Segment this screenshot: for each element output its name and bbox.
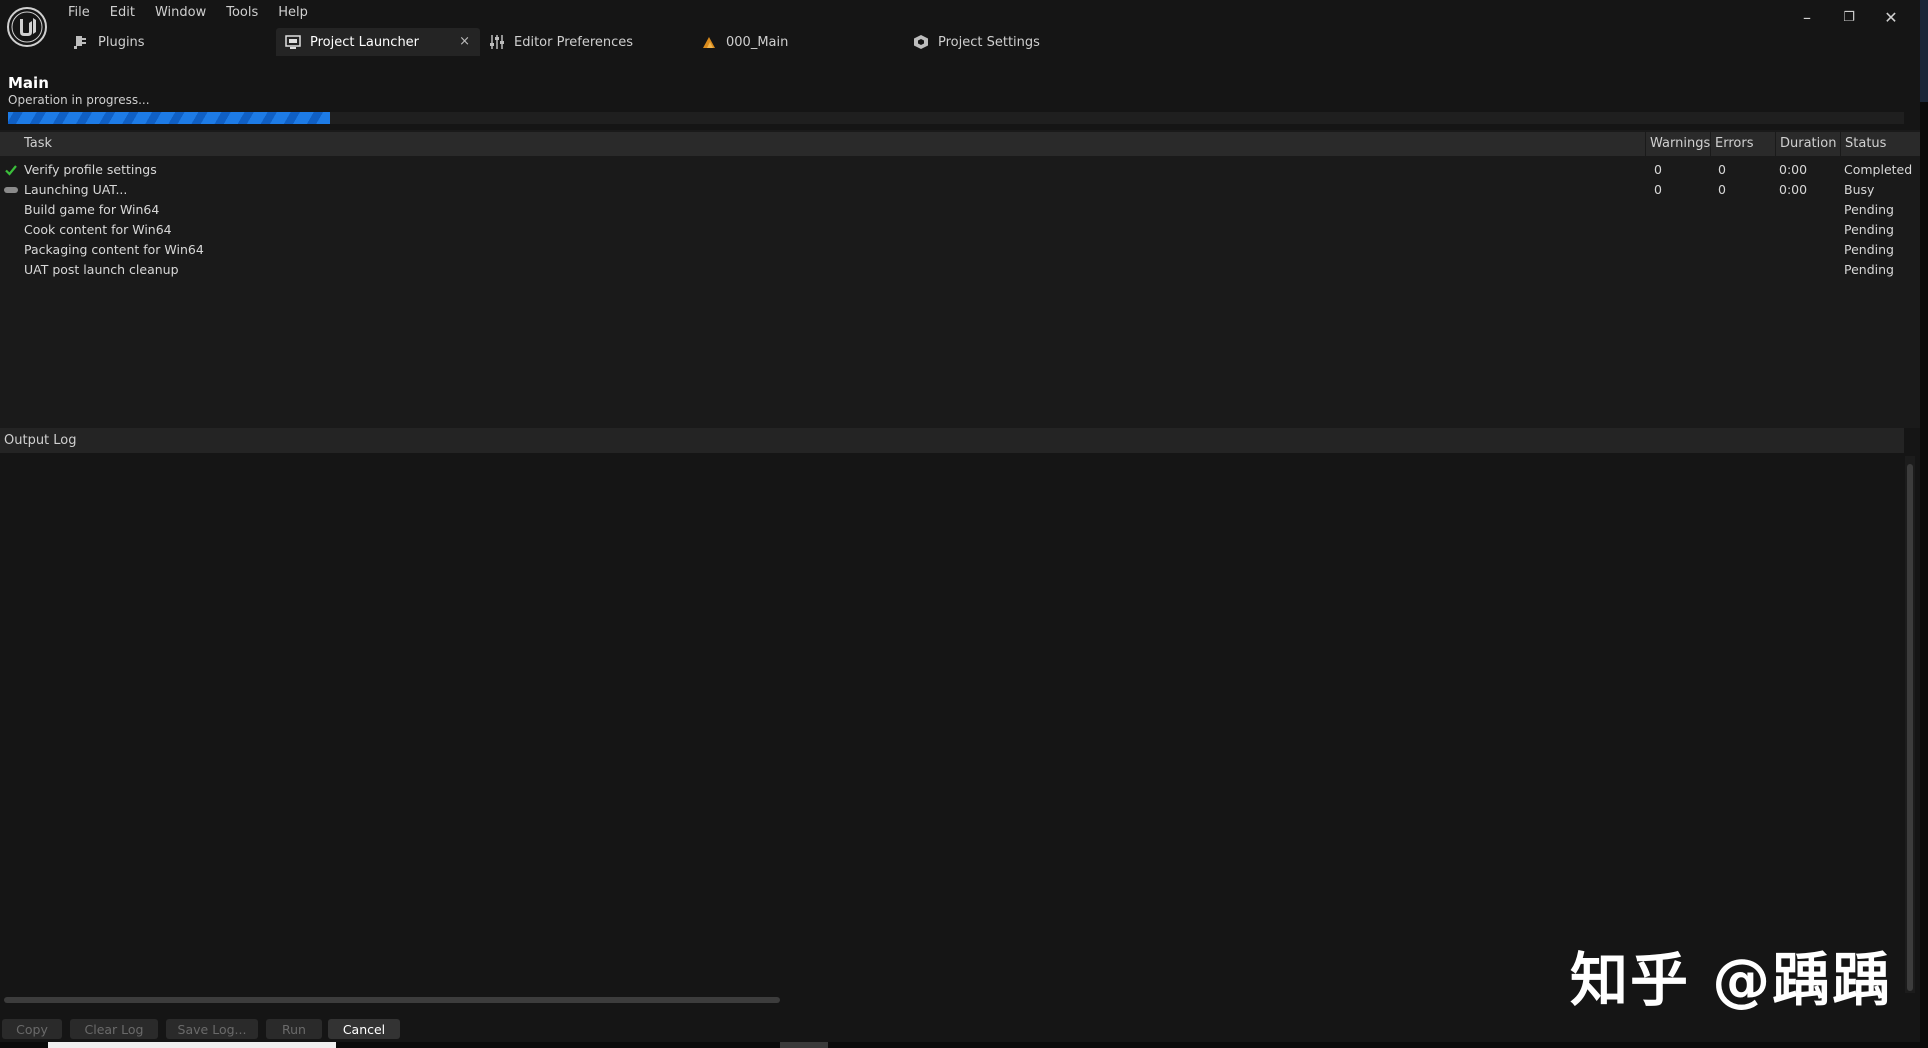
plug-icon — [72, 33, 90, 51]
close-tab-icon[interactable]: × — [459, 34, 470, 49]
tab-project-launcher[interactable]: Project Launcher × — [276, 28, 480, 56]
desktop-edge — [1920, 0, 1928, 1048]
cancel-button[interactable]: Cancel — [328, 1019, 400, 1039]
task-list-header: Task Warnings Errors Duration Status — [0, 132, 1920, 156]
task-name: Build game for Win64 — [24, 202, 160, 217]
task-status: Pending — [1844, 222, 1894, 237]
menu-tools[interactable]: Tools — [216, 2, 268, 24]
busy-spinner-icon — [4, 183, 18, 197]
log-button-bar: Copy Clear Log Save Log... Run Cancel — [0, 1018, 1920, 1042]
minimize-button[interactable]: – — [1786, 0, 1828, 34]
column-status[interactable]: Status — [1840, 132, 1920, 156]
task-name: UAT post launch cleanup — [24, 262, 179, 277]
progress-fill — [8, 112, 331, 124]
tab-label: Plugins — [98, 34, 145, 50]
menu-help[interactable]: Help — [268, 2, 318, 24]
task-row[interactable]: UAT post launch cleanup Pending — [0, 260, 1920, 280]
menu-file[interactable]: File — [56, 2, 100, 24]
task-duration: 0:00 — [1779, 162, 1808, 177]
task-status: Pending — [1844, 202, 1894, 217]
task-row[interactable]: Build game for Win64 Pending — [0, 200, 1920, 220]
window-controls: – ❐ ✕ — [1786, 0, 1912, 34]
progress-bar — [8, 112, 1904, 124]
copy-button[interactable]: Copy — [2, 1019, 62, 1039]
task-name: Launching UAT... — [24, 182, 128, 197]
menu-bar: File Edit Window Tools Help — [56, 2, 318, 24]
pending-icon — [4, 263, 18, 277]
horizontal-scroll-thumb[interactable] — [4, 997, 780, 1003]
checkmark-icon — [4, 163, 18, 177]
document-tabs: Plugins Project Launcher × Editor Prefer… — [64, 28, 1116, 58]
level-icon — [700, 33, 718, 51]
launcher-icon — [284, 33, 302, 51]
pending-icon — [4, 243, 18, 257]
profile-title: Main — [8, 74, 49, 92]
task-name: Cook content for Win64 — [24, 222, 172, 237]
vertical-scrollbar[interactable] — [1905, 456, 1915, 993]
vertical-scroll-thumb[interactable] — [1907, 464, 1913, 991]
task-list: Task Warnings Errors Duration Status Ver… — [0, 130, 1920, 428]
save-log-button[interactable]: Save Log... — [166, 1019, 258, 1039]
output-log-body[interactable] — [0, 453, 1904, 993]
task-duration: 0:00 — [1779, 182, 1808, 197]
output-log-panel: Output Log — [0, 428, 1920, 1018]
close-window-button[interactable]: ✕ — [1870, 0, 1912, 34]
menu-window[interactable]: Window — [145, 2, 216, 24]
column-warnings[interactable]: Warnings — [1645, 132, 1710, 156]
task-name: Verify profile settings — [24, 162, 157, 177]
title-bar: File Edit Window Tools Help Plugins Proj… — [0, 0, 1920, 60]
launch-profile-header: Main Operation in progress... — [0, 60, 1920, 130]
task-status: Pending — [1844, 262, 1894, 277]
pending-icon — [4, 223, 18, 237]
unreal-logo-icon[interactable] — [6, 6, 48, 48]
tab-label: Project Settings — [938, 34, 1040, 50]
tab-label: Editor Preferences — [514, 34, 634, 50]
task-errors: 0 — [1718, 162, 1726, 177]
task-name: Packaging content for Win64 — [24, 242, 204, 257]
tab-plugins[interactable]: Plugins — [64, 28, 276, 56]
column-duration[interactable]: Duration — [1775, 132, 1839, 156]
settings-cube-icon — [912, 33, 930, 51]
operation-status: Operation in progress... — [8, 93, 150, 107]
tab-project-settings[interactable]: Project Settings — [904, 28, 1116, 56]
tab-label: Project Launcher — [310, 34, 420, 50]
task-status: Pending — [1844, 242, 1894, 257]
tab-000-main[interactable]: 000_Main — [692, 28, 904, 56]
output-log-title: Output Log — [0, 428, 1904, 453]
task-status: Busy — [1844, 182, 1875, 197]
sliders-icon — [488, 33, 506, 51]
restore-button[interactable]: ❐ — [1828, 0, 1870, 34]
watermark: 知乎 @踽踽 — [1570, 946, 1893, 1014]
task-errors: 0 — [1718, 182, 1726, 197]
task-row[interactable]: Verify profile settings 0 0 0:00 Completed — [0, 160, 1920, 180]
task-row[interactable]: Cook content for Win64 Pending — [0, 220, 1920, 240]
column-errors[interactable]: Errors — [1710, 132, 1774, 156]
tab-editor-preferences[interactable]: Editor Preferences — [480, 28, 692, 56]
menu-edit[interactable]: Edit — [100, 2, 145, 24]
task-warnings: 0 — [1654, 182, 1662, 197]
task-status: Completed — [1844, 162, 1913, 177]
run-button[interactable]: Run — [266, 1019, 322, 1039]
column-task[interactable]: Task — [20, 132, 1644, 156]
tab-label: 000_Main — [726, 34, 789, 50]
task-row[interactable]: Packaging content for Win64 Pending — [0, 240, 1920, 260]
task-row[interactable]: Launching UAT... 0 0 0:00 Busy — [0, 180, 1920, 200]
pending-icon — [4, 203, 18, 217]
taskbar-edge — [0, 1042, 1920, 1048]
task-warnings: 0 — [1654, 162, 1662, 177]
clear-log-button[interactable]: Clear Log — [70, 1019, 158, 1039]
